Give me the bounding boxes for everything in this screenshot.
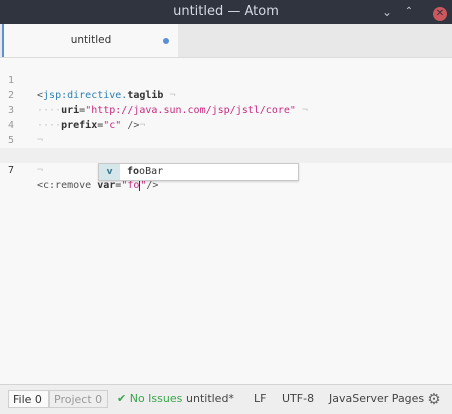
suggestion-rest: oBar — [139, 166, 164, 177]
line-ending-selector[interactable]: LF — [254, 385, 266, 413]
text-editor[interactable]: 1 <jsp:directive.taglib ¬ 2 ····uri="htt… — [0, 58, 452, 384]
tab-bar: untitled — [0, 24, 452, 58]
editor-line[interactable]: 3 ····prefix="c" />¬ — [0, 88, 452, 131]
close-button[interactable]: ✕ — [428, 0, 452, 24]
line-text[interactable]: ¬ — [37, 163, 43, 178]
suggestion-text[interactable]: fooBar — [127, 164, 163, 180]
title-bar: untitled — Atom ⌄ ⌃ ✕ — [0, 0, 452, 24]
check-icon: ✔ — [117, 392, 127, 405]
editor-line[interactable]: 4 ¬ — [0, 103, 452, 146]
minimize-icon[interactable]: ⌄ — [375, 0, 399, 24]
grammar-selector[interactable]: JavaServer Pages — [329, 385, 424, 413]
editor-line-current[interactable]: 7 <c:remove var="fo"/> — [0, 148, 452, 191]
editor-line[interactable]: 2 ····uri="http://java.sun.com/jsp/jstl/… — [0, 73, 452, 116]
maximize-icon[interactable]: ⌃ — [397, 0, 421, 24]
editor-line[interactable]: 6 ¬ — [0, 133, 452, 176]
modified-indicator-icon[interactable] — [163, 38, 169, 44]
editor-line[interactable]: 1 <jsp:directive.taglib ¬ — [0, 58, 452, 101]
project-issues-tab[interactable]: Project 0 — [49, 390, 108, 408]
suggestion-match: fo — [127, 166, 140, 177]
tab-label: untitled — [70, 34, 112, 46]
linter-status[interactable]: ✔ No Issues — [117, 385, 182, 413]
variable-type-icon: v — [99, 164, 120, 180]
no-issues-label: No Issues — [129, 392, 183, 405]
gear-icon[interactable]: ⚙ — [425, 390, 443, 408]
project-tab-count: 0 — [95, 393, 103, 406]
file-tab-label: File — [13, 393, 32, 406]
file-name[interactable]: untitled* — [186, 385, 234, 413]
encoding-selector[interactable]: UTF-8 — [282, 385, 314, 413]
editor-line[interactable]: 5 <c:set var="fooBar" value="${18 + 24}"… — [0, 118, 452, 161]
tab-untitled[interactable]: untitled — [2, 24, 178, 57]
file-tab-count: 0 — [34, 393, 42, 406]
autocomplete-suggestion[interactable]: v fooBar — [98, 163, 299, 181]
status-bar: File 0 Project 0 ✔ No Issues untitled* L… — [0, 384, 452, 414]
line-number: 7 — [8, 165, 15, 176]
close-icon[interactable]: ✕ — [433, 7, 447, 21]
file-issues-tab[interactable]: File 0 — [8, 390, 49, 408]
project-tab-label: Project — [54, 393, 92, 406]
